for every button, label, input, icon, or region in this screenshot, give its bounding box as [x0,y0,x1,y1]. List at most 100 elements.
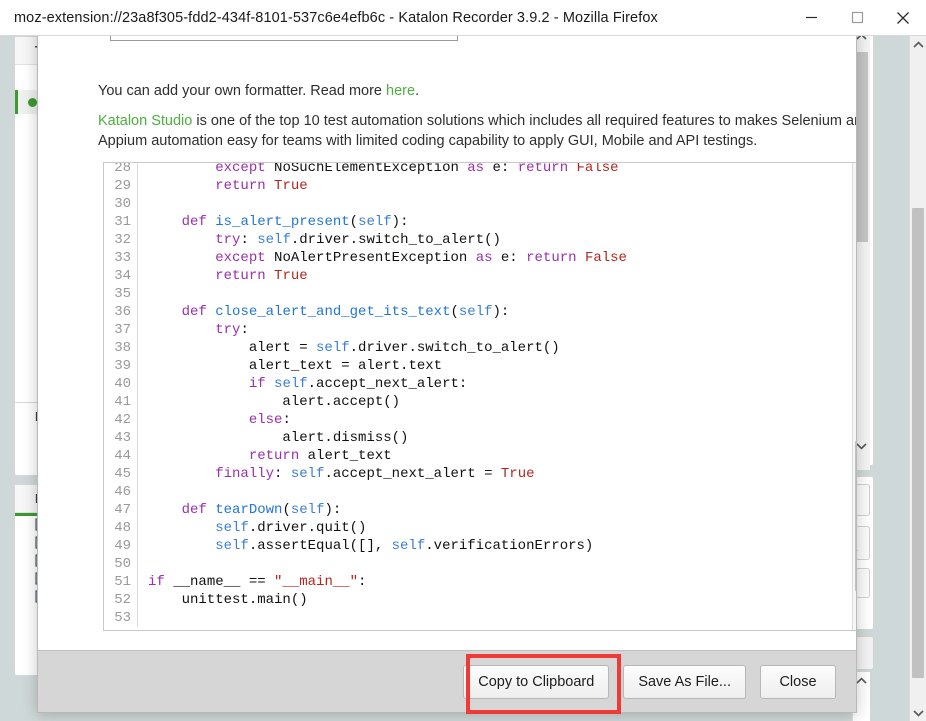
background-left-strip [0,36,14,721]
code-line: 39 alert_text = alert.text [104,357,627,375]
close-icon[interactable] [880,0,926,36]
source-code-viewer[interactable]: 28 except NoSuchElementException as e: r… [103,162,856,631]
code-content: 28 except NoSuchElementException as e: r… [104,163,627,627]
code-line: 51 if __name__ == "__main__": [104,573,627,591]
code-line-number: 53 [104,609,138,627]
code-line-text: self.driver.quit() [215,520,367,536]
code-line-number: 30 [104,195,138,213]
window-controls [788,0,926,36]
code-line-text: def close_alert_and_get_its_text(self): [181,304,510,320]
code-line-text: def is_alert_present(self): [181,214,409,230]
code-line-number: 51 [104,573,138,591]
code-line-number: 48 [104,519,138,537]
code-line-number: 46 [104,483,138,501]
code-line-number: 45 [104,465,138,483]
code-line-text: return alert_text [248,448,392,464]
screen-root: Te U Pa Lo [i [i [i [i [i [0,0,926,721]
code-line-number: 43 [104,429,138,447]
page-scroll-down-icon[interactable] [910,704,926,721]
copy-to-clipboard-button[interactable]: Copy to Clipboard [463,664,610,699]
code-line-text: self.assertEqual([], self.verificationEr… [215,538,594,554]
code-line-text [138,285,156,303]
formatter-hint: You can add your own formatter. Read mor… [98,83,419,99]
code-line: 48 self.driver.quit() [104,519,627,537]
code-line-text [138,483,156,501]
code-line-number: 49 [104,537,138,555]
code-line-text [138,609,156,627]
code-line-text: try: [215,322,249,338]
code-line: 32 try: self.driver.switch_to_alert() [104,231,627,249]
code-line: 41 alert.accept() [104,393,627,411]
code-line-text: except NoAlertPresentException as e: ret… [215,250,627,266]
code-line: 47 def tearDown(self): [104,501,627,519]
code-line-number: 52 [104,591,138,609]
code-line-text: alert.accept() [148,394,401,410]
formatter-hint-period: . [415,83,420,99]
code-line: 49 self.assertEqual([], self.verificatio… [104,537,627,555]
code-line-number: 29 [104,177,138,195]
window-title: moz-extension://23a8f305-fdd2-434f-8101-… [14,9,658,26]
code-line-text: alert.dismiss() [148,430,409,446]
close-button[interactable]: Close [760,664,836,699]
code-line: 30 [104,195,627,213]
code-line-text: else: [248,412,291,428]
code-line: 45 finally: self.accept_next_alert = Tru… [104,465,627,483]
source-code-dialog: Format Python 2 (WebDriver + unittest) Y… [37,22,857,713]
code-scrollbar[interactable] [852,163,856,630]
dialog-body: Format Python 2 (WebDriver + unittest) Y… [38,23,856,650]
katalon-studio-promo-text: is one of the top 10 test automation sol… [98,113,856,149]
code-line-number: 32 [104,231,138,249]
code-scroll-thumb[interactable] [855,441,856,591]
code-line: 42 else: [104,411,627,429]
page-scroll-thumb[interactable] [912,208,924,678]
code-line-number: 37 [104,321,138,339]
code-line-number: 41 [104,393,138,411]
code-line-text: alert_text = alert.text [148,358,443,374]
code-line-text: def tearDown(self): [181,502,342,518]
code-line-text [138,555,156,573]
page-scrollbar[interactable] [909,36,926,721]
code-line-text: return True [215,178,308,194]
window-titlebar: moz-extension://23a8f305-fdd2-434f-8101-… [0,0,926,36]
code-scroll-viewport: 28 except NoSuchElementException as e: r… [104,163,853,630]
save-as-file-button[interactable]: Save As File... [623,664,746,699]
code-line: 44 return alert_text [104,447,627,465]
minimize-icon[interactable] [788,0,834,36]
code-line: 40 if self.accept_next_alert: [104,375,627,393]
dialog-footer: Copy to Clipboard Save As File... Close [38,650,856,712]
code-line: 36 def close_alert_and_get_its_text(self… [104,303,627,321]
code-scroll-up-icon[interactable] [853,164,856,182]
code-line: 35 [104,285,627,303]
code-line-number: 35 [104,285,138,303]
code-line-number: 44 [104,447,138,465]
code-line-text: if __name__ == "__main__": [148,574,367,590]
code-line-number: 40 [104,375,138,393]
code-line-number: 31 [104,213,138,231]
code-line-number: 36 [104,303,138,321]
code-line-text: finally: self.accept_next_alert = True [215,466,535,482]
code-line: 50 [104,555,627,573]
code-line: 43 alert.dismiss() [104,429,627,447]
code-line: 37 try: [104,321,627,339]
code-line-number: 38 [104,339,138,357]
code-line: 31 def is_alert_present(self): [104,213,627,231]
code-line-text: unittest.main() [148,592,308,608]
code-line-number: 33 [104,249,138,267]
formatter-hint-text: You can add your own formatter. Read mor… [98,83,387,99]
status-dot-icon [28,97,37,107]
code-scroll-down-icon[interactable] [853,611,856,629]
code-line-number: 34 [104,267,138,285]
code-line-number: 50 [104,555,138,573]
katalon-studio-promo: Katalon Studio is one of the top 10 test… [98,111,856,151]
code-line-text: return True [215,268,308,284]
code-line: 29 return True [104,177,627,195]
page-scroll-up-icon[interactable] [910,36,926,53]
formatter-help-link[interactable]: here [386,83,415,99]
code-line-text: if self.accept_next_alert: [248,376,468,392]
maximize-icon[interactable] [834,0,880,36]
code-line-text: try: self.driver.switch_to_alert() [215,232,501,248]
code-line: 33 except NoAlertPresentException as e: … [104,249,627,267]
code-line: 53 [104,609,627,627]
code-line-number: 42 [104,411,138,429]
code-line: 52 unittest.main() [104,591,627,609]
